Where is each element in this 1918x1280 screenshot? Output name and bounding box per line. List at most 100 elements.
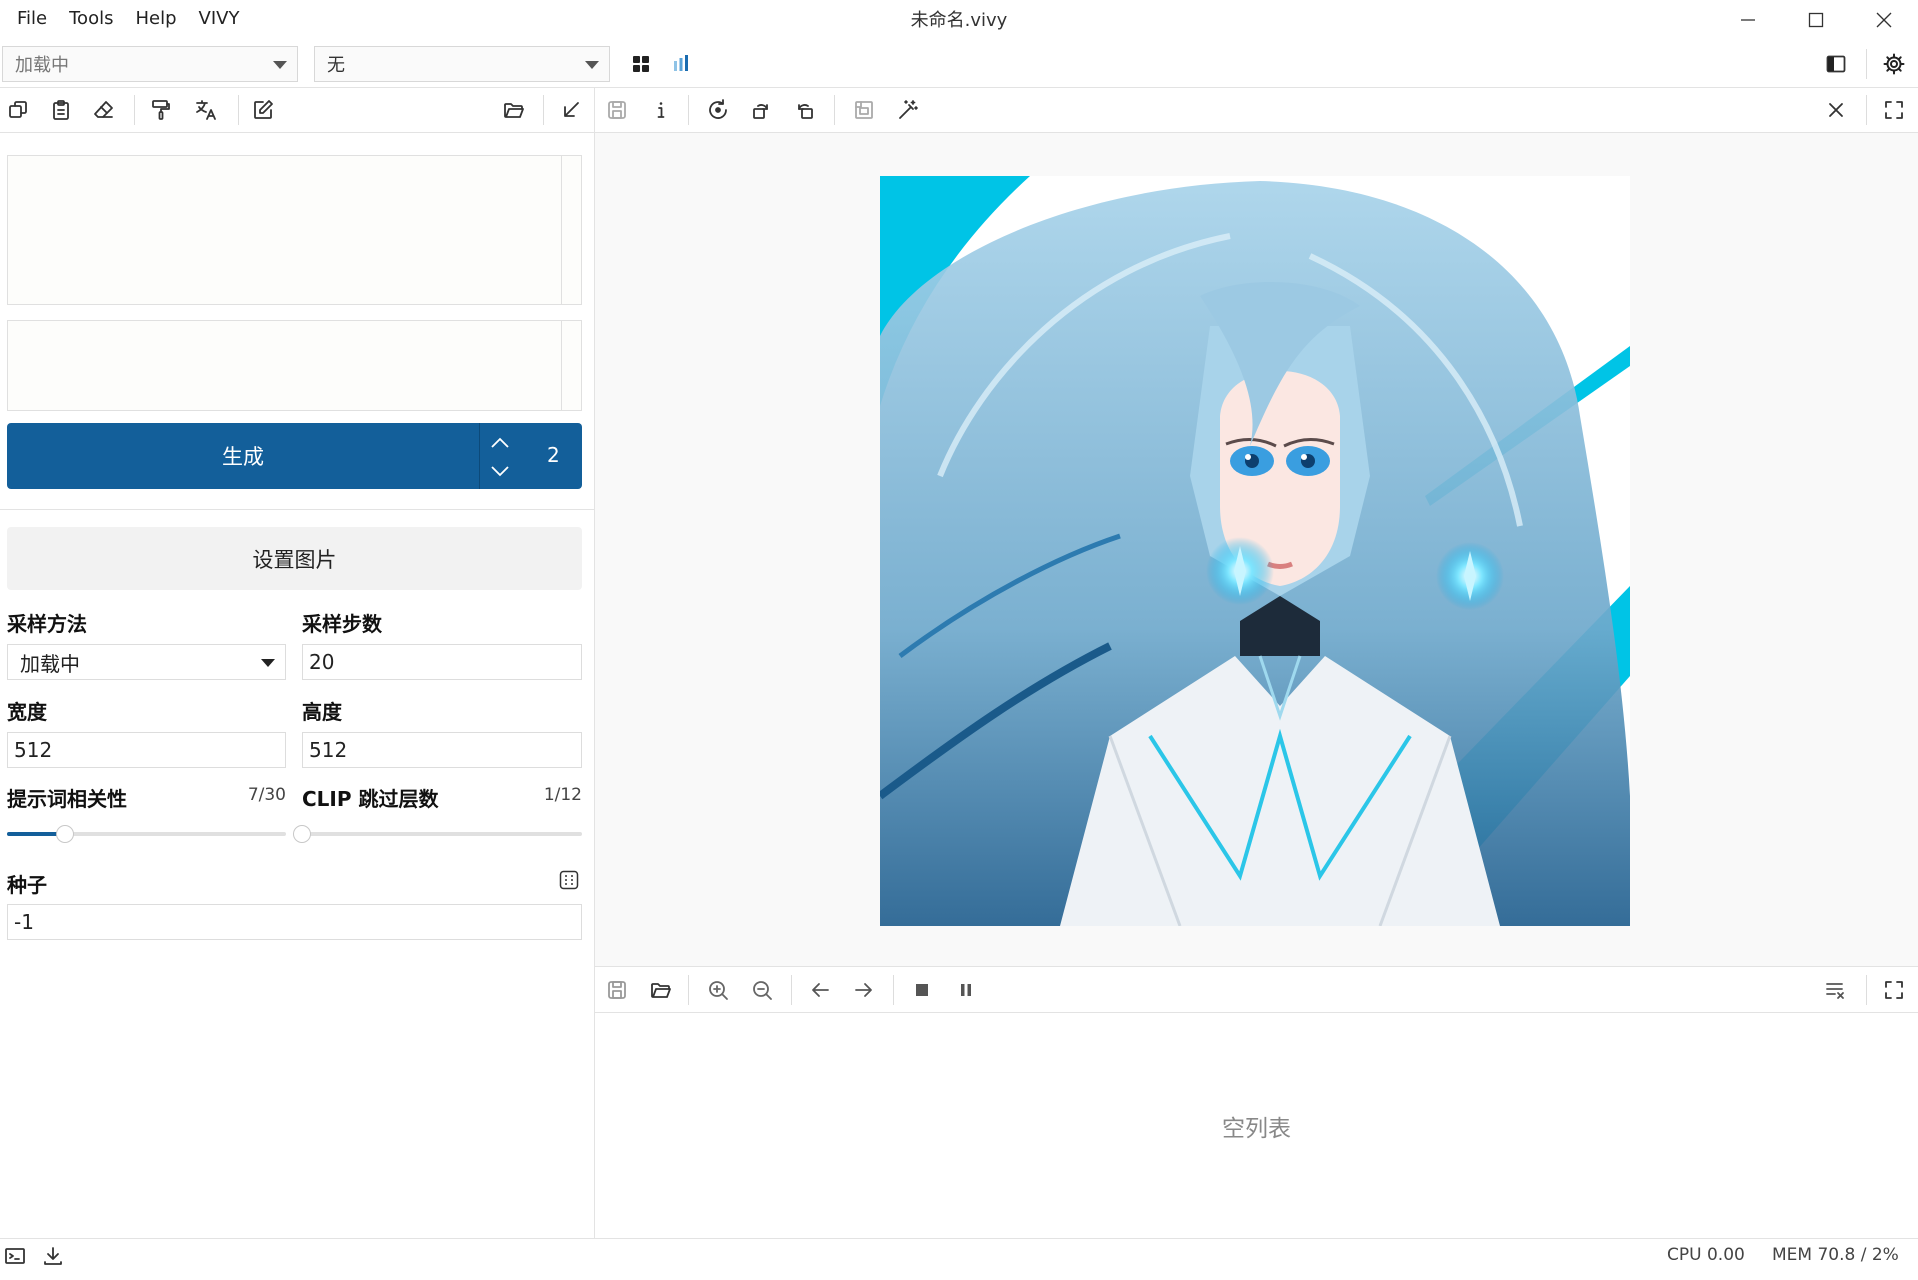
grid-icon [633, 56, 649, 72]
menu-tools[interactable]: Tools [58, 8, 124, 29]
divider [238, 95, 239, 125]
style-button[interactable] [143, 92, 179, 128]
image-viewer [595, 133, 1918, 966]
clip-skip-slider[interactable] [293, 825, 582, 843]
console-button[interactable] [0, 1238, 33, 1274]
open-folder-list-button[interactable] [643, 972, 679, 1008]
pause-icon [961, 984, 971, 996]
import-button[interactable] [553, 92, 589, 128]
clip-skip-slider-thumb[interactable] [293, 825, 311, 843]
vae-select[interactable]: 无 [314, 46, 610, 82]
close-viewer-button[interactable] [1818, 92, 1854, 128]
random-seed-button[interactable] [552, 863, 586, 897]
download-icon [44, 1247, 62, 1265]
clip-skip-label: CLIP 跳过层数 [302, 787, 439, 811]
fullscreen-list-button[interactable] [1876, 972, 1912, 1008]
toggle-panel-button[interactable] [1818, 46, 1854, 82]
close-icon [1829, 103, 1843, 117]
edit-button[interactable] [245, 92, 281, 128]
cpu-usage: CPU 0.00 [1667, 1245, 1745, 1265]
generate-label: 生成 [222, 445, 264, 469]
zoom-out-button[interactable] [744, 972, 780, 1008]
generated-image[interactable] [880, 176, 1630, 926]
grid-view-button[interactable] [623, 46, 659, 82]
divider [543, 95, 544, 125]
divider [134, 95, 135, 125]
save-image-button[interactable] [599, 92, 635, 128]
arrow-down-left-icon [564, 102, 579, 117]
close-window-button[interactable] [1850, 0, 1918, 40]
set-image-button[interactable]: 设置图片 [7, 527, 582, 590]
stop-icon [916, 984, 928, 996]
menu-vivy[interactable]: VIVY [188, 8, 251, 29]
save-icon [608, 981, 626, 999]
minimize-icon [1741, 19, 1755, 21]
save-icon [608, 101, 626, 119]
empty-list-placeholder: 空列表 [1222, 1115, 1291, 1142]
sidebar-panel-icon [1826, 55, 1846, 73]
chevron-down-icon[interactable] [489, 463, 511, 479]
maximize-button[interactable] [1782, 0, 1850, 40]
divider [0, 87, 1918, 88]
previous-button[interactable] [802, 972, 838, 1008]
divider [1866, 49, 1867, 79]
crop-icon [855, 101, 873, 119]
next-button[interactable] [846, 972, 882, 1008]
seed-label: 种子 [7, 873, 47, 897]
paint-roller-icon [152, 100, 170, 120]
settings-button[interactable] [1876, 46, 1912, 82]
vae-select-value: 无 [327, 55, 345, 76]
chevron-down-icon [585, 61, 599, 69]
cfg-slider-thumb[interactable] [55, 825, 74, 843]
divider [1866, 975, 1867, 1005]
save-all-button[interactable] [599, 972, 635, 1008]
copy-button[interactable] [0, 92, 36, 128]
menu-file[interactable]: File [6, 8, 58, 29]
height-input[interactable]: 512 [302, 732, 582, 768]
rotate-right-icon [798, 104, 813, 119]
divider [893, 975, 894, 1005]
chevron-down-icon [261, 659, 275, 667]
magic-wand-button[interactable] [890, 92, 926, 128]
clear-list-icon [1826, 983, 1844, 999]
refresh-button[interactable] [700, 92, 736, 128]
divider [595, 966, 1918, 967]
sampler-label: 采样方法 [7, 612, 87, 636]
paste-button[interactable] [43, 92, 79, 128]
cfg-slider[interactable] [7, 825, 286, 843]
open-folder-button[interactable] [496, 92, 532, 128]
steps-label: 采样步数 [302, 612, 382, 636]
chevron-up-icon[interactable] [489, 435, 511, 451]
seed-input[interactable]: -1 [7, 904, 582, 940]
model-select[interactable]: 加载中 [2, 46, 298, 82]
gear-icon [1883, 53, 1905, 75]
zoom-in-button[interactable] [700, 972, 736, 1008]
rotate-left-button[interactable] [743, 92, 779, 128]
pause-button[interactable] [948, 972, 984, 1008]
generate-button[interactable]: 生成 2 [7, 423, 582, 489]
paste-icon [53, 100, 69, 120]
divider [834, 95, 835, 125]
zoom-in-icon [709, 981, 728, 1000]
cfg-label: 提示词相关性 [7, 787, 127, 811]
minimize-button[interactable] [1714, 0, 1782, 40]
translate-button[interactable] [188, 92, 224, 128]
menu-help[interactable]: Help [124, 8, 187, 29]
scrollbar[interactable] [561, 156, 581, 304]
info-button[interactable] [643, 92, 679, 128]
bar-view-button[interactable] [663, 46, 699, 82]
crop-button[interactable] [846, 92, 882, 128]
scrollbar[interactable] [561, 321, 581, 410]
sampler-select[interactable]: 加载中 [7, 644, 286, 680]
stop-button[interactable] [904, 972, 940, 1008]
steps-input[interactable]: 20 [302, 644, 582, 680]
negative-prompt-input[interactable] [7, 320, 582, 411]
download-button[interactable] [35, 1238, 71, 1274]
rotate-right-button[interactable] [787, 92, 823, 128]
clear-list-button[interactable] [1818, 972, 1854, 1008]
width-input[interactable]: 512 [7, 732, 286, 768]
prompt-input[interactable] [7, 155, 582, 305]
cfg-readout: 7/30 [247, 785, 286, 805]
eraser-button[interactable] [86, 92, 122, 128]
fullscreen-viewer-button[interactable] [1876, 92, 1912, 128]
